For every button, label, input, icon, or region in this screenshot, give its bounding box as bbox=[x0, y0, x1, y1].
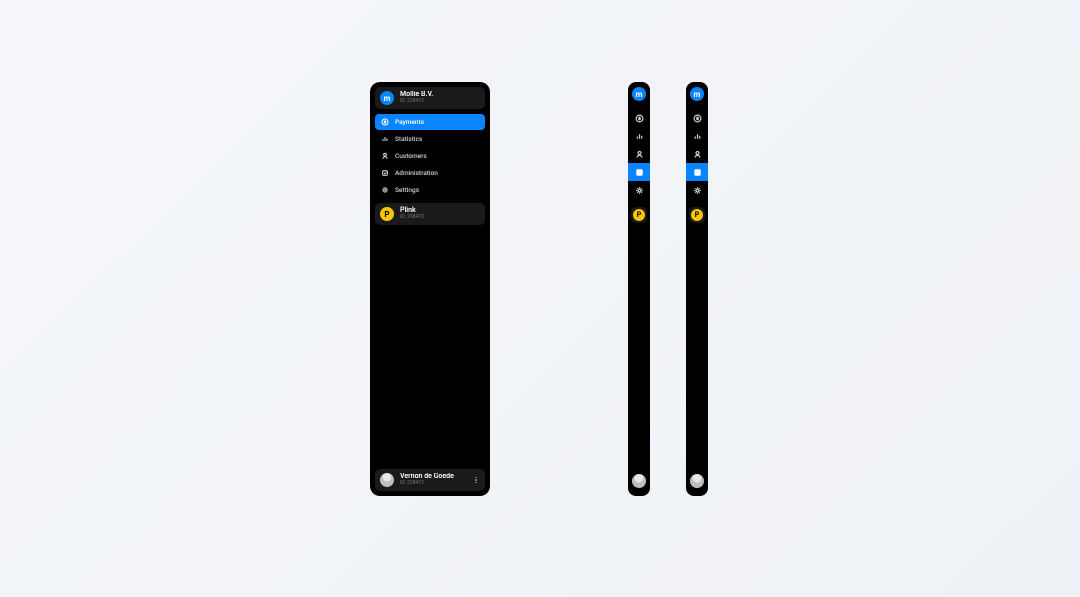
user-menu[interactable]: Vernon de Goede ID: 238472 bbox=[375, 469, 485, 491]
nav-item-customers[interactable]: Customers bbox=[375, 148, 485, 164]
nav-item-customers[interactable] bbox=[686, 145, 708, 163]
sidebar-collapsed-a: m P bbox=[628, 82, 650, 496]
org-id: ID: 238472 bbox=[400, 99, 433, 105]
plink-logo-icon: P bbox=[691, 209, 703, 221]
sidebar-expanded: m Mollie B.V. ID: 238472 Payments Statis… bbox=[370, 82, 490, 496]
avatar bbox=[380, 473, 394, 487]
org-switcher[interactable]: m Mollie B.V. ID: 238472 bbox=[375, 87, 485, 109]
nav-item-settings[interactable] bbox=[686, 181, 708, 199]
more-icon[interactable] bbox=[472, 477, 480, 484]
nav-label: Administration bbox=[395, 169, 438, 177]
nav-item-payments[interactable] bbox=[686, 109, 708, 127]
admin-icon bbox=[381, 169, 389, 177]
nav-item-customers[interactable] bbox=[628, 145, 650, 163]
settings-icon bbox=[381, 186, 389, 194]
nav-item-statistics[interactable] bbox=[628, 127, 650, 145]
plink-switcher[interactable]: P Plink ID: 238472 bbox=[375, 203, 485, 225]
plink-logo-icon: P bbox=[633, 209, 645, 221]
nav-item-statistics[interactable]: Statistics bbox=[375, 131, 485, 147]
nav-item-settings[interactable]: Settings bbox=[375, 182, 485, 198]
nav-item-statistics[interactable] bbox=[686, 127, 708, 145]
nav-label: Customers bbox=[395, 152, 427, 160]
org-logo-icon: m bbox=[380, 91, 394, 105]
nav-item-payments[interactable]: Payments bbox=[375, 114, 485, 130]
nav-item-administration[interactable]: Administration bbox=[375, 165, 485, 181]
nav-item-settings[interactable] bbox=[628, 181, 650, 199]
avatar[interactable] bbox=[632, 474, 646, 488]
nav-label: Payments bbox=[395, 118, 424, 126]
nav-item-payments[interactable] bbox=[628, 109, 650, 127]
plink-switcher[interactable]: P bbox=[689, 207, 705, 223]
plink-logo-icon: P bbox=[380, 207, 394, 221]
plink-switcher[interactable]: P bbox=[631, 207, 647, 223]
user-id: ID: 238472 bbox=[400, 481, 466, 487]
nav-item-administration[interactable] bbox=[686, 163, 708, 181]
plink-id: ID: 238472 bbox=[400, 215, 424, 221]
avatar[interactable] bbox=[690, 474, 704, 488]
payment-icon bbox=[381, 118, 389, 126]
nav-label: Statistics bbox=[395, 135, 422, 143]
stats-icon bbox=[381, 135, 389, 143]
org-logo-icon[interactable]: m bbox=[690, 87, 704, 101]
org-logo-icon[interactable]: m bbox=[632, 87, 646, 101]
sidebar-collapsed-b: m P bbox=[686, 82, 708, 496]
primary-nav: Payments Statistics Customers Administra… bbox=[375, 114, 485, 198]
primary-nav bbox=[628, 109, 650, 199]
customers-icon bbox=[381, 152, 389, 160]
primary-nav bbox=[686, 109, 708, 199]
nav-item-administration[interactable] bbox=[628, 163, 650, 181]
nav-label: Settings bbox=[395, 186, 419, 194]
